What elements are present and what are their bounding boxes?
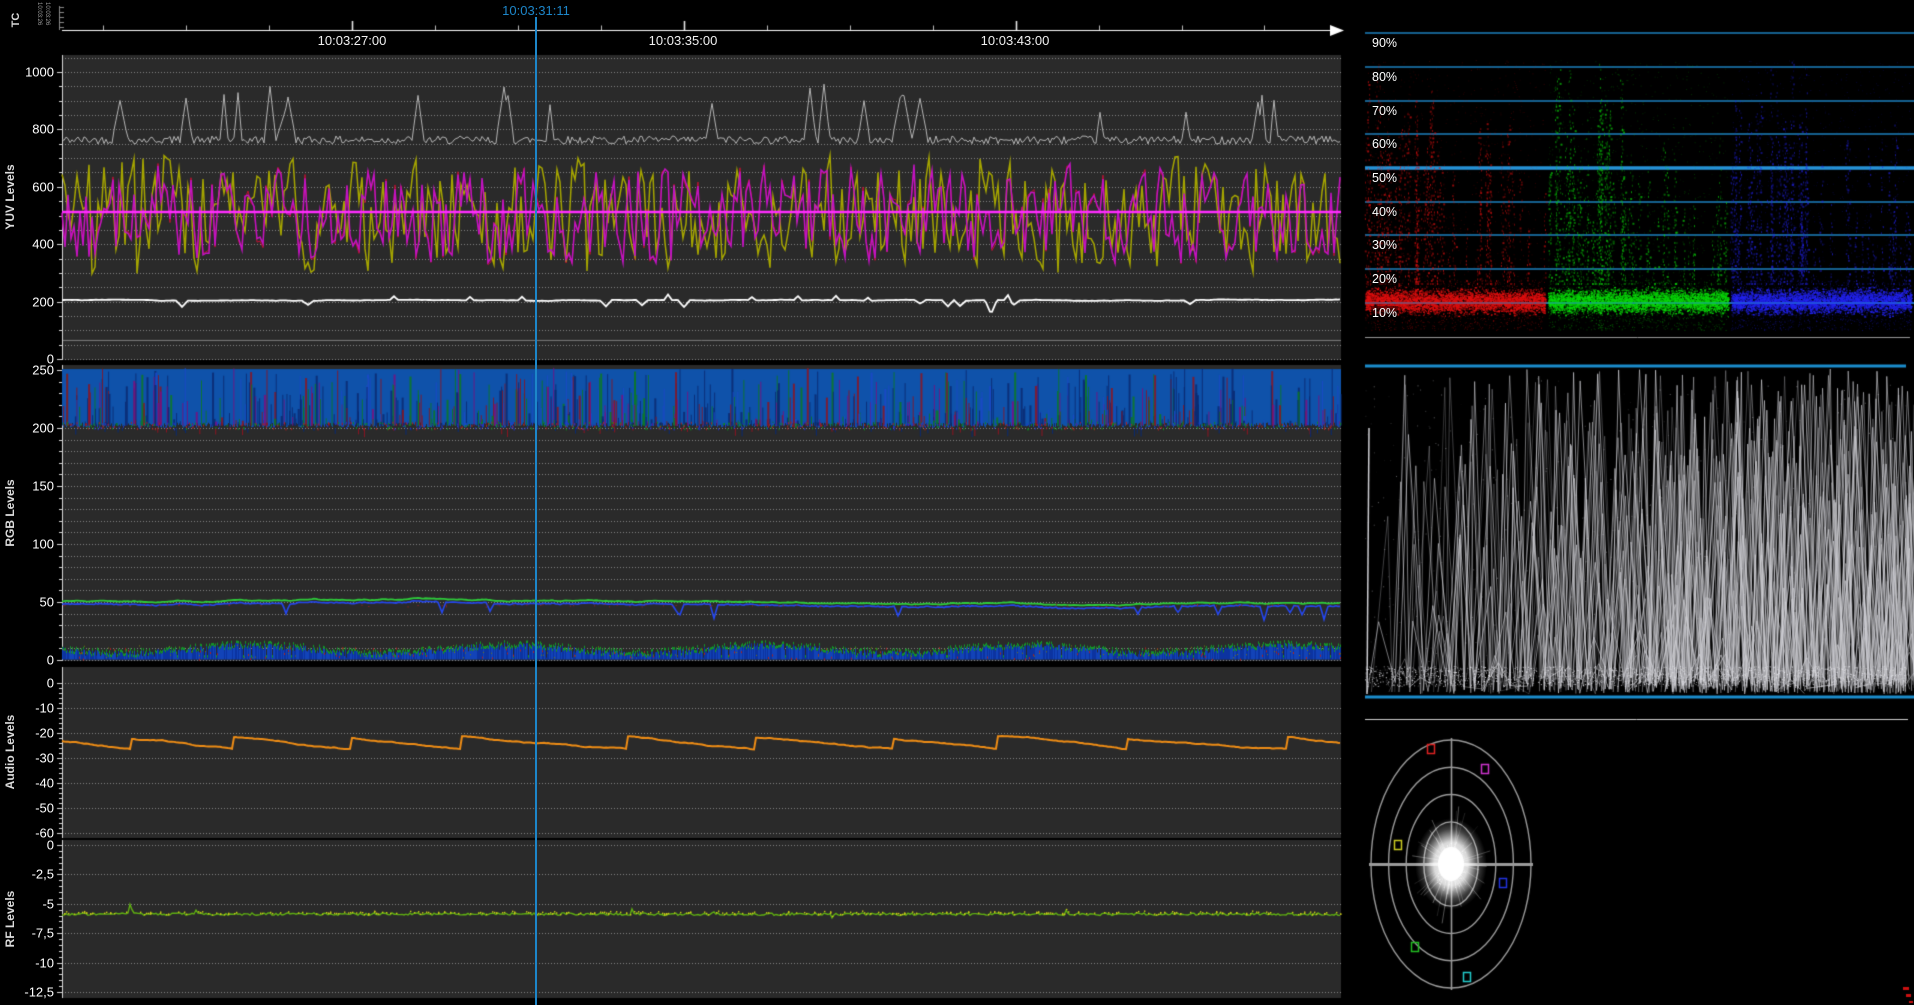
rf-tick-label: -7,5 bbox=[0, 926, 54, 941]
tc-ruler-label: TC bbox=[10, 13, 22, 28]
audio-levels-chart-canvas[interactable] bbox=[0, 664, 1350, 839]
rf-tick-label: -12,5 bbox=[0, 985, 54, 1000]
percent-tick-label: 50% bbox=[1371, 171, 1398, 185]
rf-tick-label: -10 bbox=[0, 956, 54, 971]
tc-mini-timecode: 10:03:26 bbox=[44, 2, 50, 25]
luma-waveform-scope-canvas[interactable] bbox=[1350, 348, 1914, 725]
percent-tick-label: 40% bbox=[1371, 205, 1398, 219]
timeline-tick-label: 10:03:27:00 bbox=[318, 33, 387, 48]
app-root: TC 10:03:26 10:03:26 10:03:27:00 10:03:35… bbox=[0, 0, 1914, 1005]
timeline-tick-label: 10:03:35:00 bbox=[649, 33, 718, 48]
rf-levels-chart-canvas[interactable] bbox=[0, 838, 1350, 1005]
rgb-tick-label: 100 bbox=[0, 537, 54, 552]
percent-tick-label: 80% bbox=[1371, 70, 1398, 84]
yuv-tick-label: 800 bbox=[0, 122, 54, 137]
yuv-tick-label: 200 bbox=[0, 295, 54, 310]
yuv-tick-label: 600 bbox=[0, 180, 54, 195]
timeline-cursor-label: 10:03:31:11 bbox=[502, 3, 570, 18]
audio-tick-label: -20 bbox=[0, 726, 54, 741]
rgb-percent-scope-canvas[interactable] bbox=[1350, 0, 1914, 348]
rf-tick-label: -2,5 bbox=[0, 867, 54, 882]
rgb-tick-label: 150 bbox=[0, 479, 54, 494]
percent-tick-label: 10% bbox=[1371, 306, 1398, 320]
percent-tick-label: 60% bbox=[1371, 137, 1398, 151]
yuv-axis-title: YUV Levels bbox=[3, 164, 17, 229]
percent-tick-label: 30% bbox=[1371, 238, 1398, 252]
percent-tick-label: 90% bbox=[1371, 36, 1398, 50]
yuv-tick-label: 1000 bbox=[0, 65, 54, 80]
audio-tick-label: -30 bbox=[0, 751, 54, 766]
rgb-tick-label: 50 bbox=[0, 595, 54, 610]
audio-tick-label: -40 bbox=[0, 776, 54, 791]
percent-tick-label: 70% bbox=[1371, 104, 1398, 118]
timeline-tick-label: 10:03:43:00 bbox=[981, 33, 1050, 48]
audio-tick-label: -10 bbox=[0, 701, 54, 716]
rgb-tick-label: 250 bbox=[0, 363, 54, 378]
yuv-tick-label: 400 bbox=[0, 237, 54, 252]
rf-tick-label: 0 bbox=[0, 838, 54, 853]
percent-tick-label: 20% bbox=[1371, 272, 1398, 286]
tc-mini-timecode: 10:03:26 bbox=[36, 2, 42, 25]
vectorscope-canvas[interactable] bbox=[1350, 725, 1914, 1005]
audio-tick-label: 0 bbox=[0, 676, 54, 691]
audio-tick-label: -50 bbox=[0, 801, 54, 816]
yuv-levels-chart-canvas[interactable] bbox=[0, 53, 1350, 363]
rgb-levels-chart-canvas[interactable] bbox=[0, 363, 1350, 664]
rf-tick-label: -5 bbox=[0, 897, 54, 912]
rgb-tick-label: 0 bbox=[0, 653, 54, 668]
timeline-cursor-line[interactable] bbox=[535, 17, 537, 1005]
rgb-tick-label: 200 bbox=[0, 421, 54, 436]
